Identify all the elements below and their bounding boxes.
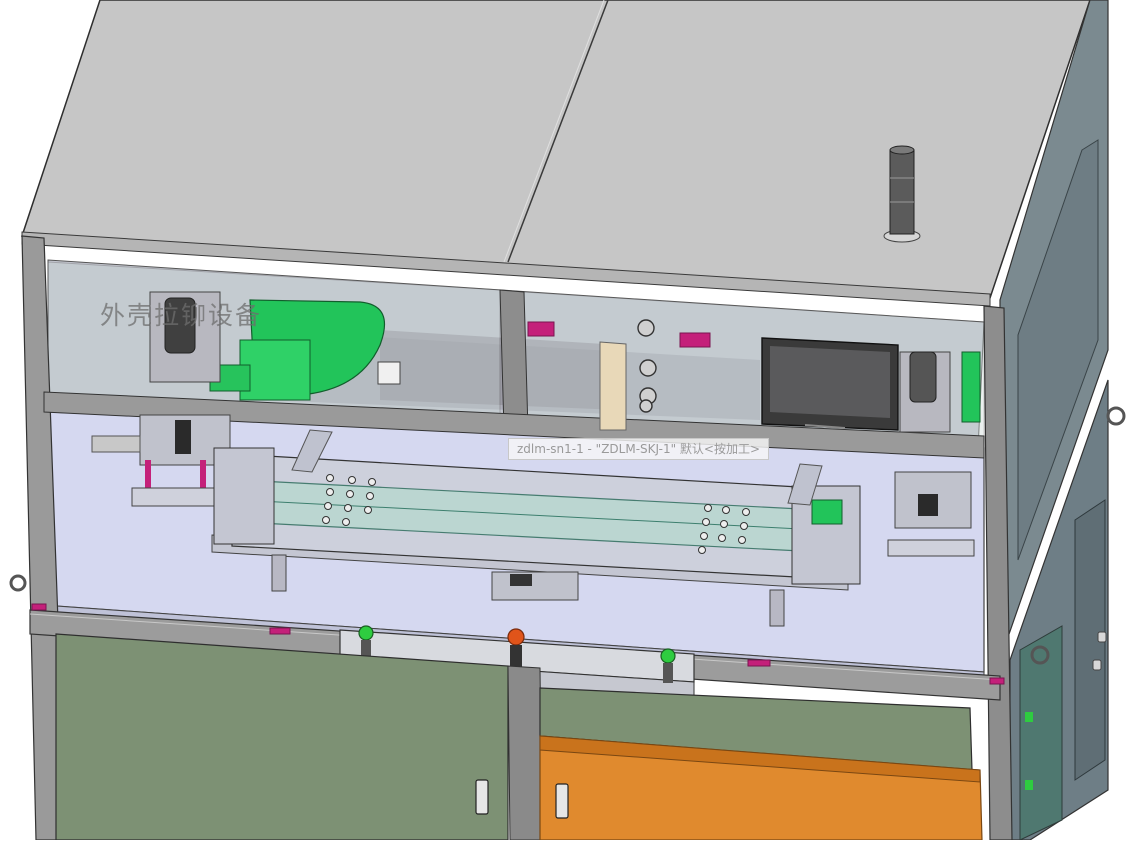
start-button-icon	[660, 648, 676, 683]
door-handle	[555, 783, 569, 819]
side-latch	[1097, 631, 1107, 643]
slide-carriage	[491, 571, 579, 601]
side-latch	[1092, 659, 1102, 671]
fixture-support	[271, 554, 287, 592]
hmi-display-icon	[761, 337, 899, 431]
slide-carriage-block	[510, 574, 532, 586]
fixture-support	[769, 589, 785, 627]
side-indicator	[1025, 712, 1033, 722]
lower-post-center	[507, 665, 543, 841]
side-indicator	[1025, 780, 1033, 790]
door-handle	[475, 779, 489, 815]
machine-model	[9, 0, 1126, 841]
feeder-sensor	[377, 361, 401, 385]
model-tooltip: zdlm-sn1-1 - "ZDLM-SKJ-1" 默认<按加工>	[508, 438, 770, 460]
lower-door-left	[55, 633, 509, 841]
inner-rail-upright	[599, 341, 627, 431]
cad-viewport[interactable]: 外壳拉铆设备 zdlm-sn1-1 - "ZDLM-SKJ-1" 默认<按加工>	[0, 0, 1144, 841]
fixture-end-left	[213, 447, 275, 545]
start-button-icon	[358, 625, 374, 660]
side-vent-panel	[1019, 625, 1063, 841]
frame-post-center	[499, 289, 529, 431]
emergency-stop-icon	[507, 628, 525, 667]
green-locator	[811, 499, 843, 525]
